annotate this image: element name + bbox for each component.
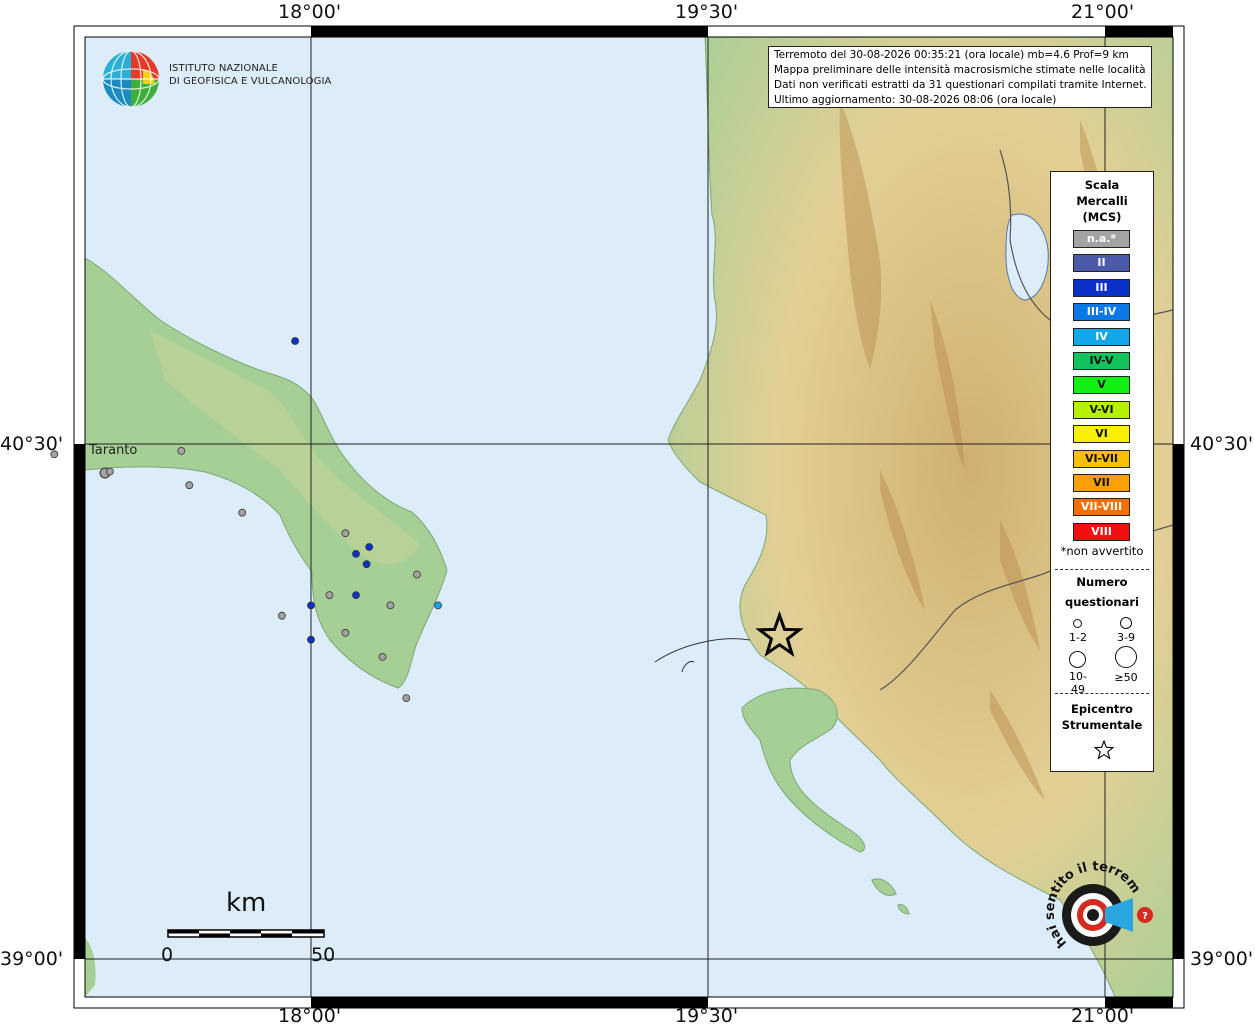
- size-label-4: ≥50: [1114, 671, 1138, 684]
- lat-label-left-2: 39°00': [0, 948, 64, 970]
- institute-line-1: ISTITUTO NAZIONALE: [169, 63, 278, 74]
- size-symbol-small: [1073, 619, 1082, 628]
- lat-label-right-2: 39°00': [1190, 948, 1254, 970]
- observation-point-19: [307, 601, 315, 610]
- observation-point-11: [402, 694, 411, 702]
- lon-label-top-3: 21°00': [1071, 1, 1135, 23]
- size-symbol-large: [1069, 651, 1086, 668]
- lat-label-left-1: 40°30': [0, 433, 64, 455]
- scale-bar-start: 0: [161, 944, 174, 966]
- legend-intensity-11: VII: [1073, 474, 1130, 492]
- lon-label-top-1: 18°00': [278, 1, 342, 23]
- scale-bar: [167, 929, 325, 938]
- legend-intensity-13: VIII: [1073, 522, 1130, 541]
- legend-separator-2: [1055, 693, 1149, 694]
- observation-point-9: [378, 653, 387, 661]
- size-symbol-medium: [1120, 617, 1132, 629]
- legend-questionnaires-heading: Numero questionari: [1051, 574, 1153, 610]
- observation-point-5: [277, 611, 286, 620]
- observation-point-10: [386, 601, 395, 610]
- event-info-line-1: Terremoto del 30-08-2026 00:35:21 (ora l…: [774, 49, 1129, 61]
- observation-point-14: [291, 337, 300, 345]
- size-label-1: 1-2: [1069, 631, 1087, 644]
- legend-title-line-2: Mercalli: [1076, 194, 1128, 208]
- legend-intensity-1: n.a.*: [1073, 230, 1130, 248]
- lon-label-top-2: 19°30': [675, 1, 739, 23]
- legend-separator: [1055, 569, 1149, 570]
- legend-star-icon: [1094, 740, 1114, 760]
- legend-questionnaires-line-1: Numero: [1076, 575, 1128, 589]
- observation-point-21: [434, 601, 442, 610]
- legend-title-line-1: Scala: [1084, 178, 1120, 192]
- lat-label-right-1: 40°30': [1190, 433, 1254, 455]
- observation-point-2: [177, 446, 186, 455]
- observation-point-12: [412, 570, 421, 579]
- observation-point-6: [325, 591, 334, 599]
- legend-intensity-4: III-IV: [1073, 303, 1130, 322]
- institute-line-2: DI GEOFISICA E VULCANOLOGIA: [169, 76, 332, 87]
- legend-title-line-3: (MCS): [1082, 210, 1122, 224]
- legend-intensity-2: II: [1073, 254, 1130, 273]
- legend-epicenter-heading: Epicentro Strumentale: [1051, 701, 1153, 733]
- city-label-taranto: Taranto: [89, 443, 138, 458]
- legend-intensity-12: VII-VIII: [1073, 498, 1130, 517]
- legend-panel: Scala Mercalli (MCS) n.a.* II III III-IV IV I…: [1050, 171, 1154, 772]
- legend-intensity-10: VI-VII: [1073, 449, 1130, 468]
- observation-point-17: [365, 543, 374, 551]
- observation-point-15: [352, 550, 360, 558]
- observation-point-8: [341, 628, 350, 637]
- event-info-line-2: Mappa preliminare delle intensità macros…: [774, 64, 1146, 76]
- legend-intensity-8: V-VI: [1073, 400, 1130, 419]
- legend-intensity-3: III: [1073, 278, 1130, 297]
- observation-point-16: [362, 560, 371, 569]
- legend-intensity-9: VI: [1073, 425, 1130, 444]
- observation-point-4: [238, 508, 247, 517]
- legend-not-felt-note: *non avvertito: [1060, 544, 1144, 558]
- legend-epicenter-line-1: Epicentro: [1071, 702, 1133, 716]
- svg-text:?: ?: [1142, 911, 1148, 922]
- legend-title: Scala Mercalli (MCS): [1051, 177, 1153, 225]
- legend-intensity-7: V: [1073, 376, 1130, 395]
- observation-point-18: [352, 591, 360, 599]
- legend-intensity-5: IV: [1073, 327, 1130, 346]
- legend-questionnaires-line-2: questionari: [1065, 595, 1139, 609]
- event-info-line-3: Dati non verificati estratti da 31 quest…: [774, 79, 1146, 91]
- observation-point-1: [106, 467, 114, 476]
- observation-point-3: [185, 481, 194, 490]
- institute-name: ISTITUTO NAZIONALE DI GEOFISICA E VULCAN…: [169, 62, 332, 88]
- size-label-2: 3-9: [1117, 631, 1135, 644]
- event-info-box: Terremoto del 30-08-2026 00:35:21 (ora l…: [768, 46, 1152, 108]
- scale-bar-unit: km: [226, 888, 267, 918]
- legend-epicenter-line-2: Strumentale: [1061, 718, 1143, 732]
- legend-intensity-6: IV-V: [1073, 352, 1130, 370]
- scale-bar-end: 50: [311, 944, 336, 966]
- event-info-line-4: Ultimo aggiornamento: 30-08-2026 08:06 (…: [774, 94, 1057, 106]
- observation-point-7: [341, 529, 350, 538]
- size-symbol-xlarge: [1115, 646, 1137, 668]
- ingv-logo-icon: [102, 50, 160, 108]
- observation-point-20: [307, 635, 315, 644]
